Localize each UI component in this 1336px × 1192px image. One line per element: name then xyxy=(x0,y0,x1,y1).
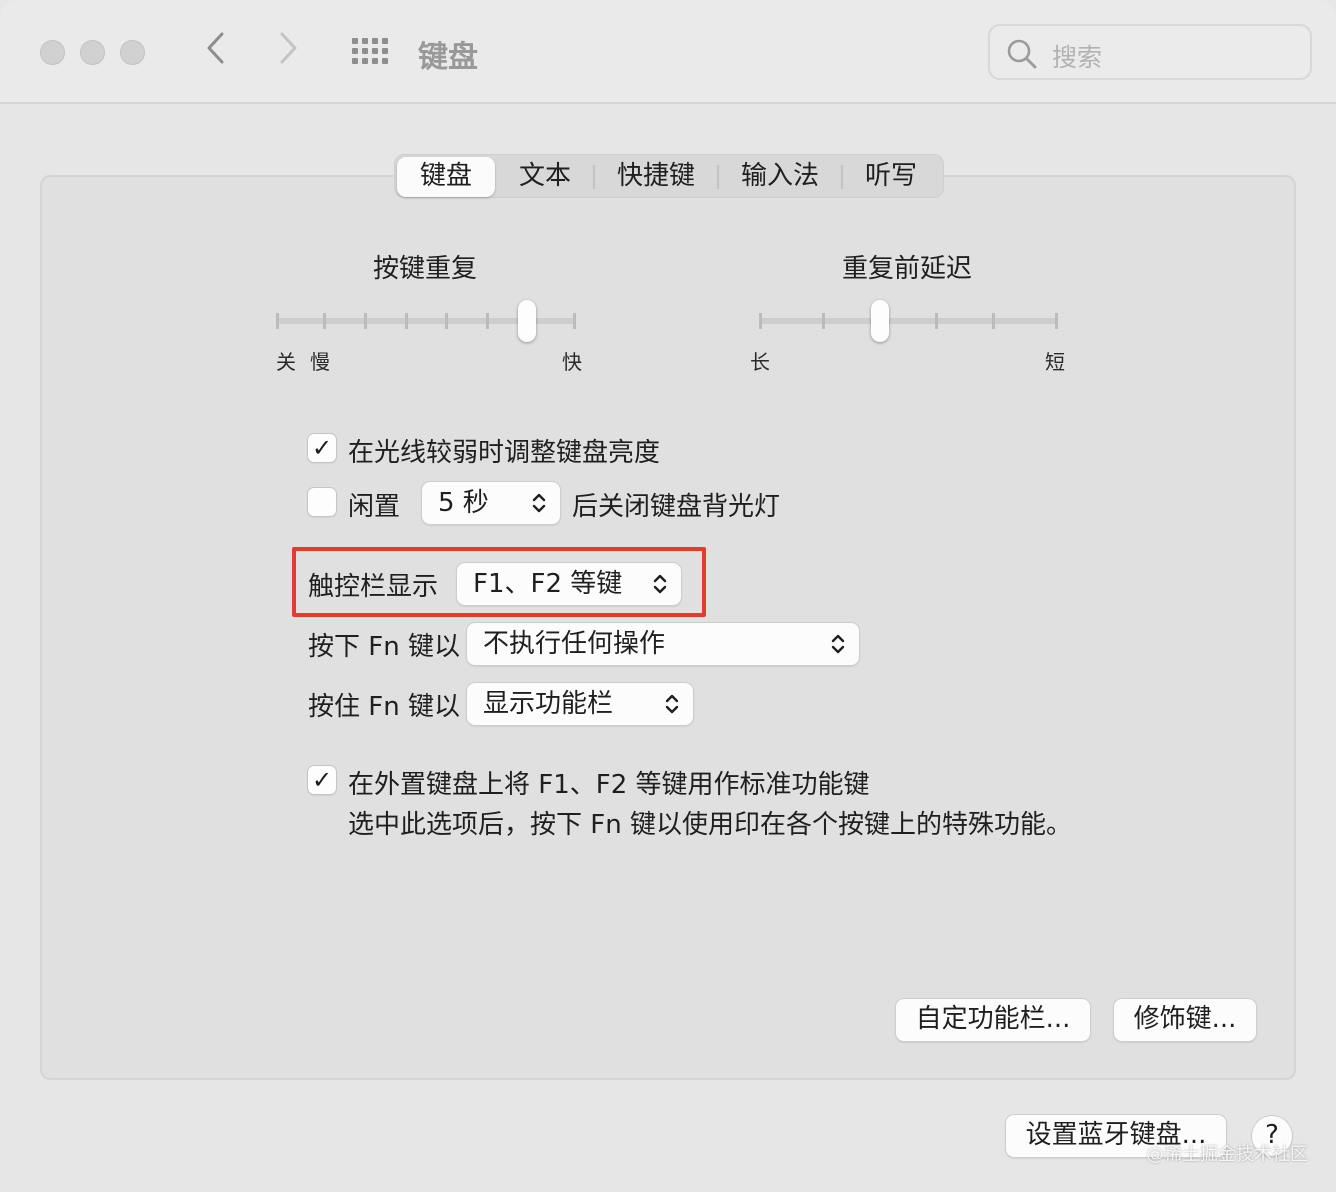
slider-tick xyxy=(1055,313,1058,329)
press-fn-select[interactable]: 不执行任何操作 xyxy=(467,623,859,665)
forward-button[interactable] xyxy=(278,28,300,75)
tab-keyboard[interactable]: 键盘 xyxy=(397,157,495,197)
slider-tick xyxy=(276,313,279,329)
tab-input-sources[interactable]: 输入法 xyxy=(721,155,839,197)
modifier-keys-button[interactable]: 修饰键... xyxy=(1114,999,1256,1041)
slider-tick xyxy=(405,313,408,329)
hold-fn-select[interactable]: 显示功能栏 xyxy=(467,683,693,725)
chevron-left-icon xyxy=(207,32,224,64)
repeat-delay-title: 重复前延迟 xyxy=(842,254,973,284)
slider-tick xyxy=(323,313,326,329)
search-field[interactable]: 搜索 xyxy=(988,24,1312,80)
backlight-off-checkbox[interactable] xyxy=(308,488,336,516)
slider-tick xyxy=(573,313,576,329)
title-bar: 键盘 搜索 xyxy=(0,0,1336,104)
chevron-updown-icon xyxy=(653,574,667,594)
key-repeat-title: 按键重复 xyxy=(373,254,478,284)
tab-text[interactable]: 文本 xyxy=(499,155,591,197)
customize-touchbar-button[interactable]: 自定功能栏... xyxy=(896,999,1090,1041)
standard-fn-keys-label: 在外置键盘上将 F1、F2 等键用作标准功能键 xyxy=(348,770,870,800)
standard-fn-keys-description: 选中此选项后，按下 Fn 键以使用印在各个按键上的特殊功能。 xyxy=(348,810,1072,840)
chevron-updown-icon xyxy=(665,694,679,714)
backlight-off-label-before: 闲置 xyxy=(348,492,401,522)
tab-dictation[interactable]: 听写 xyxy=(845,155,937,197)
touchbar-value: F1、F2 等键 xyxy=(473,569,623,599)
checkmark-icon: ✓ xyxy=(312,766,333,794)
hold-fn-label: 按住 Fn 键以 xyxy=(308,692,460,722)
window-title: 键盘 xyxy=(418,40,478,75)
search-placeholder: 搜索 xyxy=(1052,43,1103,72)
key-repeat-fast-label: 快 xyxy=(562,350,582,374)
show-all-grid-icon[interactable] xyxy=(352,38,390,66)
repeat-delay-short-label: 短 xyxy=(1045,350,1065,374)
repeat-delay-knob[interactable] xyxy=(871,300,889,342)
checkmark-icon: ✓ xyxy=(312,434,333,462)
slider-track xyxy=(760,318,1058,324)
chevron-right-icon xyxy=(280,32,297,64)
minimize-window-button[interactable] xyxy=(80,40,105,65)
watermark: @稀土掘金技术社区 xyxy=(1146,1144,1308,1165)
backlight-timeout-select[interactable]: 5 秒 xyxy=(422,482,560,524)
touchbar-select[interactable]: F1、F2 等键 xyxy=(457,563,681,605)
slider-tick xyxy=(935,313,938,329)
tab-bar: 键盘 文本 快捷键 输入法 听写 xyxy=(394,154,944,198)
tab-separator xyxy=(717,165,719,189)
press-fn-label: 按下 Fn 键以 xyxy=(308,632,460,662)
system-preferences-window: 键盘 搜索 键盘 文本 快捷键 输入法 听写 按键重复 关 慢 快 重复前延迟 … xyxy=(0,0,1336,1192)
repeat-delay-long-label: 长 xyxy=(750,350,770,374)
tab-separator xyxy=(593,165,595,189)
adjust-brightness-label: 在光线较弱时调整键盘亮度 xyxy=(348,438,661,468)
slider-tick xyxy=(759,313,762,329)
slider-tick xyxy=(822,313,825,329)
tab-shortcuts[interactable]: 快捷键 xyxy=(597,155,715,197)
slider-tick xyxy=(445,313,448,329)
press-fn-value: 不执行任何操作 xyxy=(483,629,666,659)
back-button[interactable] xyxy=(204,28,226,75)
key-repeat-off-label: 关 xyxy=(276,350,296,374)
touchbar-label: 触控栏显示 xyxy=(308,572,439,602)
tab-separator xyxy=(841,165,843,189)
search-icon xyxy=(1007,39,1037,69)
close-window-button[interactable] xyxy=(40,40,65,65)
key-repeat-slow-label: 慢 xyxy=(310,350,330,374)
slider-tick xyxy=(486,313,489,329)
slider-tick xyxy=(992,313,995,329)
slider-tick xyxy=(364,313,367,329)
chevron-updown-icon xyxy=(831,634,845,654)
backlight-off-label-after: 后关闭键盘背光灯 xyxy=(572,492,781,522)
key-repeat-knob[interactable] xyxy=(518,300,536,342)
adjust-brightness-checkbox[interactable]: ✓ xyxy=(308,434,336,462)
hold-fn-value: 显示功能栏 xyxy=(483,689,614,719)
backlight-timeout-value: 5 秒 xyxy=(438,488,489,518)
standard-fn-keys-checkbox[interactable]: ✓ xyxy=(308,766,336,794)
chevron-updown-icon xyxy=(532,493,546,513)
zoom-window-button[interactable] xyxy=(120,40,145,65)
